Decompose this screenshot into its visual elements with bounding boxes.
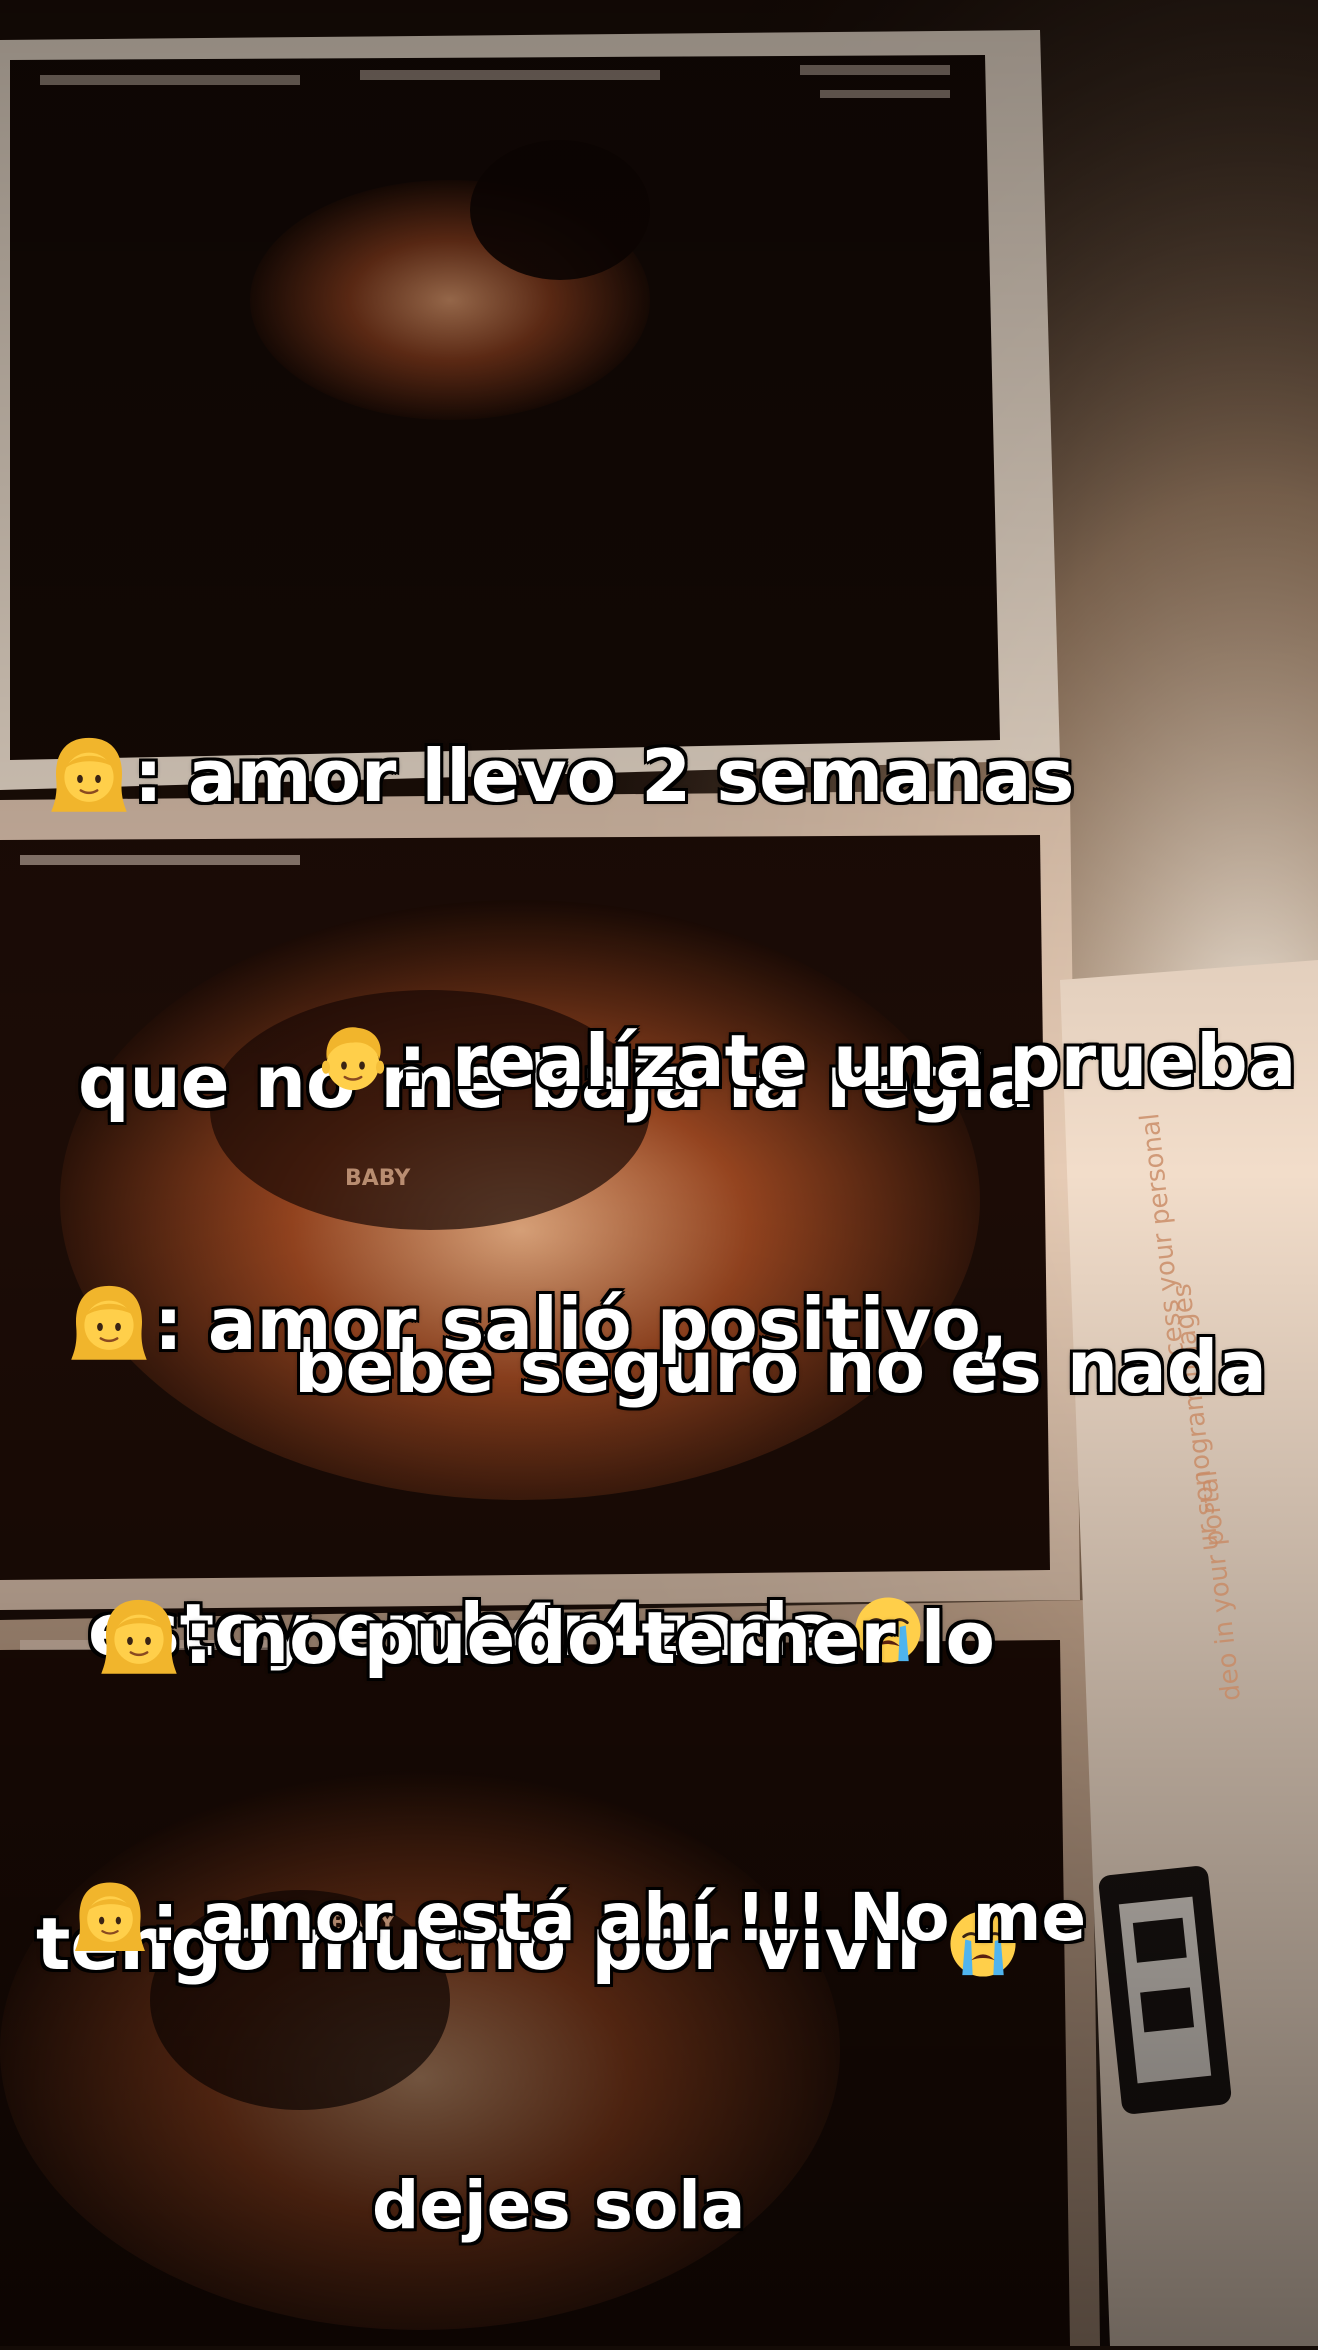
message-5-text-2: dejes sola <box>372 2167 746 2244</box>
woman-emoji-icon <box>98 1595 180 1677</box>
message-5-line-1: : amor está ahí !!! No me <box>72 1870 1086 1966</box>
message-5: : amor está ahí !!! No me dejes sola <box>72 1678 1086 2350</box>
message-5-text-1: : amor está ahí !!! No me <box>152 1879 1087 1956</box>
message-5-line-2: dejes sola <box>72 2158 1086 2254</box>
woman-emoji-icon <box>68 1281 150 1363</box>
message-4-text-1: : no puedo terner lo <box>184 1596 995 1680</box>
woman-emoji-icon <box>48 733 130 815</box>
message-4-line-1: : no puedo terner lo <box>36 1587 1020 1689</box>
message-3-text-1: : amor salió positivo, <box>154 1282 1009 1366</box>
woman-emoji-icon <box>72 1878 148 1954</box>
message-3-line-1: : amor salió positivo, <box>68 1273 1008 1375</box>
